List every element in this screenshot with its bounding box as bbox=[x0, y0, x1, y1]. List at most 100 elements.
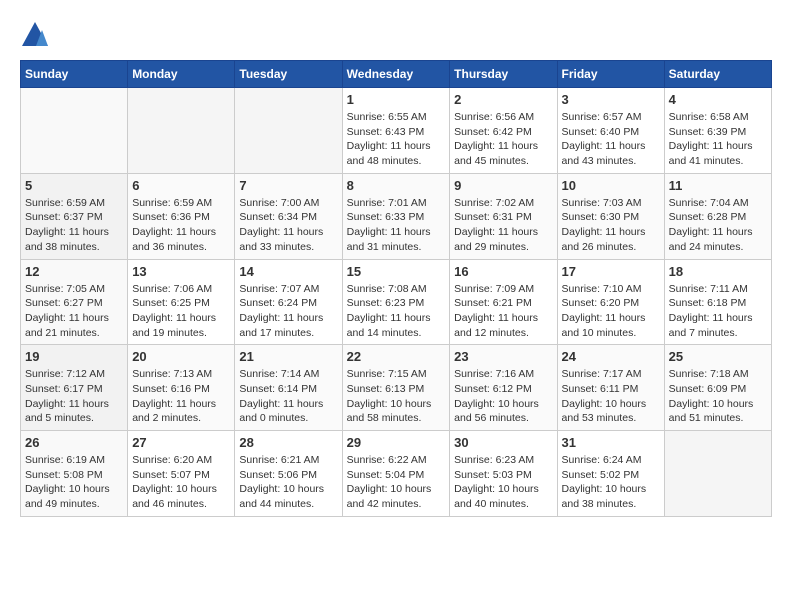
weekday-header: Tuesday bbox=[235, 61, 342, 88]
day-number: 12 bbox=[25, 264, 123, 279]
calendar-week-row: 5Sunrise: 6:59 AM Sunset: 6:37 PM Daylig… bbox=[21, 173, 772, 259]
day-number: 30 bbox=[454, 435, 552, 450]
calendar-cell: 2Sunrise: 6:56 AM Sunset: 6:42 PM Daylig… bbox=[450, 88, 557, 174]
day-number: 6 bbox=[132, 178, 230, 193]
day-number: 14 bbox=[239, 264, 337, 279]
calendar-cell bbox=[128, 88, 235, 174]
calendar-cell: 15 Sunrise: 7:08 AM Sunset: 6:23 PM Dayli… bbox=[342, 259, 450, 345]
day-number: 18 bbox=[669, 264, 767, 279]
day-info: Sunrise: 7:00 AM Sunset: 6:34 PM Dayligh… bbox=[239, 196, 337, 255]
day-number: 23 bbox=[454, 349, 552, 364]
day-number: 13 bbox=[132, 264, 230, 279]
day-number: 11 bbox=[669, 178, 767, 193]
calendar-cell: 30 Sunrise: 6:23 AM Sunset: 5:03 PM Dayli… bbox=[450, 431, 557, 517]
day-info: Sunrise: 7:01 AM Sunset: 6:33 PM Dayligh… bbox=[347, 196, 446, 255]
day-info: Sunrise: 7:17 AM Sunset: 6:11 PM Dayligh… bbox=[562, 367, 660, 426]
calendar-week-row: 1 Sunrise: 6:55 AM Sunset: 6:43 PM Daylig… bbox=[21, 88, 772, 174]
day-info: Sunrise: 7:13 AM Sunset: 6:16 PM Dayligh… bbox=[132, 367, 230, 426]
calendar-cell: 16 Sunrise: 7:09 AM Sunset: 6:21 PM Dayli… bbox=[450, 259, 557, 345]
day-info: Sunrise: 7:02 AM Sunset: 6:31 PM Dayligh… bbox=[454, 196, 552, 255]
day-number: 27 bbox=[132, 435, 230, 450]
day-info: Sunrise: 6:59 AM Sunset: 6:36 PM Dayligh… bbox=[132, 196, 230, 255]
weekday-header: Sunday bbox=[21, 61, 128, 88]
calendar-week-row: 12 Sunrise: 7:05 AM Sunset: 6:27 PM Dayli… bbox=[21, 259, 772, 345]
day-number: 28 bbox=[239, 435, 337, 450]
calendar-cell bbox=[21, 88, 128, 174]
calendar-cell: 24 Sunrise: 7:17 AM Sunset: 6:11 PM Dayli… bbox=[557, 345, 664, 431]
day-number: 10 bbox=[562, 178, 660, 193]
day-info: Sunrise: 7:08 AM Sunset: 6:23 PM Dayligh… bbox=[347, 282, 446, 341]
calendar-cell: 19Sunrise: 7:12 AM Sunset: 6:17 PM Dayli… bbox=[21, 345, 128, 431]
day-info: Sunrise: 7:11 AM Sunset: 6:18 PM Dayligh… bbox=[669, 282, 767, 341]
day-number: 7 bbox=[239, 178, 337, 193]
calendar-cell: 28 Sunrise: 6:21 AM Sunset: 5:06 PM Dayli… bbox=[235, 431, 342, 517]
calendar-cell: 21Sunrise: 7:14 AM Sunset: 6:14 PM Dayli… bbox=[235, 345, 342, 431]
day-number: 24 bbox=[562, 349, 660, 364]
calendar-cell: 13 Sunrise: 7:06 AM Sunset: 6:25 PM Dayli… bbox=[128, 259, 235, 345]
calendar-week-row: 26 Sunrise: 6:19 AM Sunset: 5:08 PM Dayli… bbox=[21, 431, 772, 517]
day-number: 19 bbox=[25, 349, 123, 364]
day-number: 1 bbox=[347, 92, 446, 107]
day-info: Sunrise: 7:09 AM Sunset: 6:21 PM Dayligh… bbox=[454, 282, 552, 341]
day-info: Sunrise: 7:07 AM Sunset: 6:24 PM Dayligh… bbox=[239, 282, 337, 341]
calendar-cell: 8 Sunrise: 7:01 AM Sunset: 6:33 PM Daylig… bbox=[342, 173, 450, 259]
calendar-cell: 20Sunrise: 7:13 AM Sunset: 6:16 PM Dayli… bbox=[128, 345, 235, 431]
calendar-cell: 18 Sunrise: 7:11 AM Sunset: 6:18 PM Dayli… bbox=[664, 259, 771, 345]
calendar-cell bbox=[664, 431, 771, 517]
day-number: 31 bbox=[562, 435, 660, 450]
calendar-cell: 10 Sunrise: 7:03 AM Sunset: 6:30 PM Dayli… bbox=[557, 173, 664, 259]
day-info: Sunrise: 6:55 AM Sunset: 6:43 PM Dayligh… bbox=[347, 110, 446, 169]
calendar-table: SundayMondayTuesdayWednesdayThursdayFrid… bbox=[20, 60, 772, 517]
day-number: 25 bbox=[669, 349, 767, 364]
calendar-cell: 3 Sunrise: 6:57 AM Sunset: 6:40 PM Daylig… bbox=[557, 88, 664, 174]
weekday-header: Monday bbox=[128, 61, 235, 88]
calendar-cell: 11Sunrise: 7:04 AM Sunset: 6:28 PM Dayli… bbox=[664, 173, 771, 259]
logo-icon bbox=[20, 20, 50, 50]
page-header bbox=[20, 20, 772, 50]
day-info: Sunrise: 7:03 AM Sunset: 6:30 PM Dayligh… bbox=[562, 196, 660, 255]
calendar-cell: 14 Sunrise: 7:07 AM Sunset: 6:24 PM Dayli… bbox=[235, 259, 342, 345]
day-number: 15 bbox=[347, 264, 446, 279]
day-info: Sunrise: 7:10 AM Sunset: 6:20 PM Dayligh… bbox=[562, 282, 660, 341]
day-info: Sunrise: 6:59 AM Sunset: 6:37 PM Dayligh… bbox=[25, 196, 123, 255]
calendar-body: 1 Sunrise: 6:55 AM Sunset: 6:43 PM Daylig… bbox=[21, 88, 772, 517]
day-info: Sunrise: 7:15 AM Sunset: 6:13 PM Dayligh… bbox=[347, 367, 446, 426]
calendar-cell: 27 Sunrise: 6:20 AM Sunset: 5:07 PM Dayli… bbox=[128, 431, 235, 517]
day-info: Sunrise: 6:20 AM Sunset: 5:07 PM Dayligh… bbox=[132, 453, 230, 512]
logo bbox=[20, 20, 54, 50]
calendar-header-row: SundayMondayTuesdayWednesdayThursdayFrid… bbox=[21, 61, 772, 88]
weekday-header: Saturday bbox=[664, 61, 771, 88]
calendar-cell: 5Sunrise: 6:59 AM Sunset: 6:37 PM Daylig… bbox=[21, 173, 128, 259]
calendar-cell: 23 Sunrise: 7:16 AM Sunset: 6:12 PM Dayli… bbox=[450, 345, 557, 431]
day-number: 4 bbox=[669, 92, 767, 107]
day-info: Sunrise: 6:57 AM Sunset: 6:40 PM Dayligh… bbox=[562, 110, 660, 169]
calendar-week-row: 19Sunrise: 7:12 AM Sunset: 6:17 PM Dayli… bbox=[21, 345, 772, 431]
calendar-cell bbox=[235, 88, 342, 174]
day-info: Sunrise: 7:16 AM Sunset: 6:12 PM Dayligh… bbox=[454, 367, 552, 426]
day-info: Sunrise: 6:21 AM Sunset: 5:06 PM Dayligh… bbox=[239, 453, 337, 512]
day-number: 9 bbox=[454, 178, 552, 193]
day-number: 16 bbox=[454, 264, 552, 279]
day-number: 3 bbox=[562, 92, 660, 107]
calendar-cell: 31Sunrise: 6:24 AM Sunset: 5:02 PM Dayli… bbox=[557, 431, 664, 517]
day-info: Sunrise: 6:19 AM Sunset: 5:08 PM Dayligh… bbox=[25, 453, 123, 512]
day-info: Sunrise: 6:58 AM Sunset: 6:39 PM Dayligh… bbox=[669, 110, 767, 169]
day-number: 22 bbox=[347, 349, 446, 364]
day-info: Sunrise: 6:23 AM Sunset: 5:03 PM Dayligh… bbox=[454, 453, 552, 512]
weekday-header: Wednesday bbox=[342, 61, 450, 88]
calendar-cell: 6 Sunrise: 6:59 AM Sunset: 6:36 PM Daylig… bbox=[128, 173, 235, 259]
day-number: 29 bbox=[347, 435, 446, 450]
day-info: Sunrise: 7:05 AM Sunset: 6:27 PM Dayligh… bbox=[25, 282, 123, 341]
day-number: 2 bbox=[454, 92, 552, 107]
weekday-header: Friday bbox=[557, 61, 664, 88]
day-number: 8 bbox=[347, 178, 446, 193]
calendar-cell: 22 Sunrise: 7:15 AM Sunset: 6:13 PM Dayli… bbox=[342, 345, 450, 431]
calendar-cell: 9 Sunrise: 7:02 AM Sunset: 6:31 PM Daylig… bbox=[450, 173, 557, 259]
day-info: Sunrise: 7:18 AM Sunset: 6:09 PM Dayligh… bbox=[669, 367, 767, 426]
day-info: Sunrise: 7:06 AM Sunset: 6:25 PM Dayligh… bbox=[132, 282, 230, 341]
day-number: 26 bbox=[25, 435, 123, 450]
calendar-cell: 4 Sunrise: 6:58 AM Sunset: 6:39 PM Daylig… bbox=[664, 88, 771, 174]
calendar-cell: 29 Sunrise: 6:22 AM Sunset: 5:04 PM Dayli… bbox=[342, 431, 450, 517]
day-info: Sunrise: 6:22 AM Sunset: 5:04 PM Dayligh… bbox=[347, 453, 446, 512]
day-number: 21 bbox=[239, 349, 337, 364]
